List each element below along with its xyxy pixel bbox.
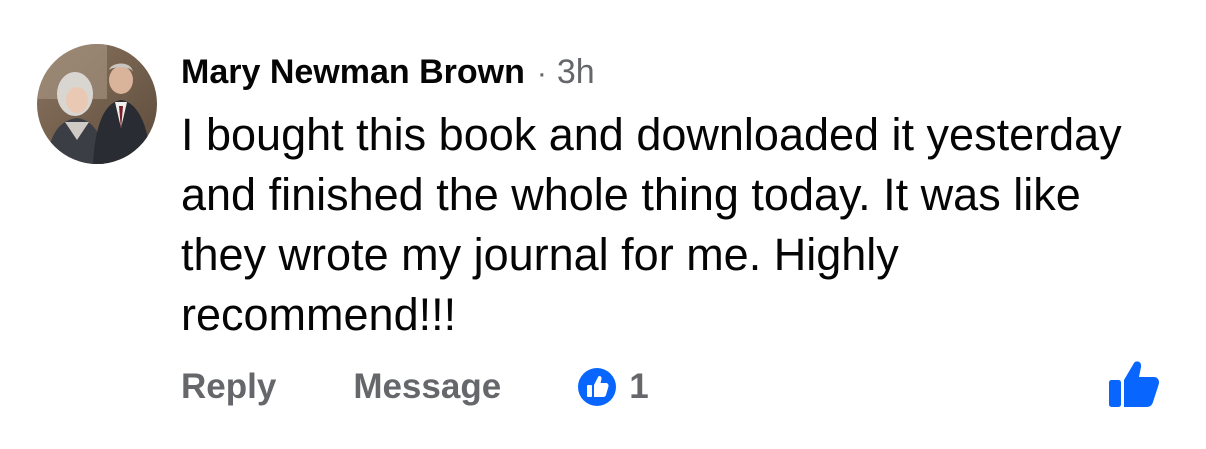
avatar[interactable] <box>37 44 157 164</box>
comment-text: I bought this book and downloaded it yes… <box>181 109 1122 340</box>
author-name[interactable]: Mary Newman Brown <box>181 53 525 91</box>
thumbs-up-icon[interactable] <box>1108 360 1160 408</box>
comment-header: Mary Newman Brown · 3h <box>181 50 595 94</box>
reaction-summary[interactable]: 1 <box>577 362 649 412</box>
reaction-count: 1 <box>629 367 649 406</box>
message-button[interactable]: Message <box>353 362 501 412</box>
comment-actions: Reply Message 1 <box>181 362 649 412</box>
timestamp[interactable]: 3h <box>557 53 595 91</box>
avatar-photo <box>37 44 157 164</box>
reply-button[interactable]: Reply <box>181 362 276 412</box>
separator-dot: · <box>536 57 547 90</box>
like-reaction-icon <box>578 368 617 406</box>
